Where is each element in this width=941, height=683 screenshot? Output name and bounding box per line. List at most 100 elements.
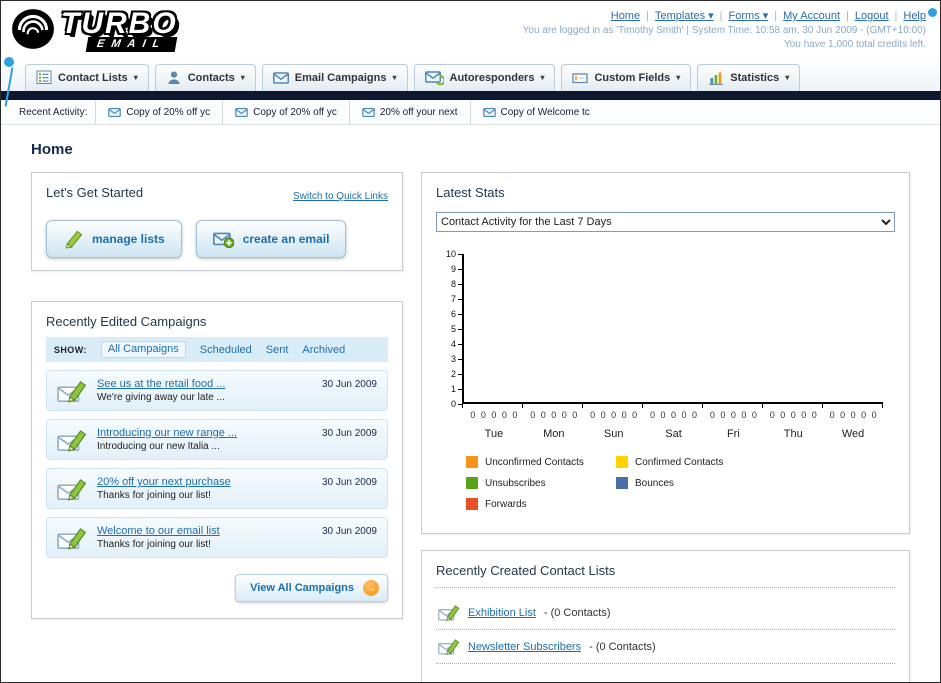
chevron-down-icon: ▾ (240, 73, 245, 82)
campaign-link[interactable]: See us at the retail food ... (97, 378, 225, 390)
campaign-item[interactable]: See us at the retail food ... We're givi… (46, 370, 388, 411)
manage-lists-button[interactable]: manage lists (46, 220, 182, 258)
autoresponders-icon (425, 70, 444, 85)
view-all-campaigns-button[interactable]: View All Campaigns → (235, 574, 388, 602)
envelope-icon (108, 107, 122, 117)
envelope-pencil-icon (57, 478, 87, 501)
nav-tab-statistics[interactable]: Statistics ▾ (697, 64, 801, 91)
plot-area (462, 254, 883, 404)
x-axis-label: Tue (484, 428, 504, 440)
nav-link-logout[interactable]: Logout (840, 10, 889, 22)
contact-list-item[interactable]: Newsletter Subscribers - (0 Contacts) (436, 630, 895, 664)
envelope-icon (482, 107, 496, 117)
legend-swatch (466, 498, 478, 510)
legend-item: Bounces (616, 477, 766, 489)
contact-list-count: - (0 Contacts) (543, 606, 611, 619)
logo-swirl-icon (11, 7, 55, 51)
campaign-subtitle: Introducing our new Italia ... (97, 441, 220, 452)
nav-link-help[interactable]: Help (889, 10, 926, 22)
recent-activity-item[interactable]: Copy of 20% off yc (95, 100, 222, 124)
nav-tab-custom-fields[interactable]: Custom Fields ▾ (561, 64, 692, 91)
turbo-email-logo: TURBO EMAIL (11, 7, 178, 52)
zero-values-row: 0 0 0 0 0 0 0 0 0 0 0 0 0 0 0 0 0 0 0 0 0 0 … (464, 410, 883, 420)
campaigns-panel-title: Recently Edited Campaigns (46, 314, 207, 329)
chevron-down-icon: ▾ (392, 73, 397, 82)
create-email-button[interactable]: create an email (195, 220, 347, 258)
nav-link-templates[interactable]: Templates ▾ (640, 10, 714, 22)
day-labels-row: Tue Mon Sun Sat Fri Thu Wed (464, 422, 883, 440)
recent-activity-item[interactable]: Copy of 20% off yc (222, 100, 349, 124)
campaign-subtitle: We're giving away our late ... (97, 392, 225, 403)
campaign-link[interactable]: Welcome to our email list (97, 525, 220, 537)
campaign-link[interactable]: 20% off your next purchase (97, 476, 231, 488)
recent-activity-label: Recent Activity: (19, 106, 88, 118)
x-tick-mark (762, 404, 763, 408)
campaign-date: 30 Jun 2009 (321, 428, 377, 439)
legend-label: Bounces (635, 477, 674, 489)
nav-link-forms[interactable]: Forms ▾ (714, 10, 769, 22)
chevron-down-icon: ▾ (785, 73, 790, 82)
x-axis-label: Thu (783, 428, 803, 440)
campaign-filter-bar: SHOW: All Campaigns Scheduled Sent Archi… (46, 337, 388, 362)
y-tick-label: 3 (451, 354, 462, 364)
stats-range-select[interactable]: Contact Activity for the Last 7 Days (436, 212, 895, 232)
main-content: Home Let's Get Started Switch to Quick L… (1, 125, 940, 682)
switch-quick-links-link[interactable]: Switch to Quick Links (293, 191, 388, 202)
x-tick-mark (642, 404, 643, 408)
login-info: You are logged in as 'Timothy Smith' | S… (522, 25, 926, 36)
nav-tab-contacts[interactable]: Contacts ▾ (154, 64, 256, 91)
x-axis-label: Wed (841, 428, 865, 440)
contact-list-item[interactable]: Exhibition List - (0 Contacts) (436, 596, 895, 630)
x-axis-label: Mon (543, 428, 565, 440)
nav-divider-bar (1, 91, 940, 100)
nav-tab-email-campaigns[interactable]: Email Campaigns ▾ (261, 64, 408, 91)
nav-link-home[interactable]: Home (611, 10, 640, 22)
legend-swatch (466, 477, 478, 489)
account-area: HomeTemplates ▾Forms ▾My AccountLogoutHe… (523, 7, 926, 52)
tab-all-campaigns[interactable]: All Campaigns (100, 341, 186, 358)
contacts-icon (168, 71, 180, 84)
campaign-item[interactable]: 20% off your next purchase Thanks for jo… (46, 468, 388, 509)
envelope-pencil-icon (438, 639, 460, 655)
x-tick-row (462, 404, 883, 408)
y-axis-labels: 10 9 8 7 6 5 4 3 2 1 0 (436, 249, 462, 409)
envelope-icon (235, 107, 248, 117)
campaign-item[interactable]: Welcome to our email list Thanks for joi… (46, 517, 388, 558)
legend-swatch (616, 456, 628, 468)
tab-archived[interactable]: Archived (302, 344, 345, 356)
custom-fields-icon (572, 72, 589, 83)
recent-activity-item[interactable]: 20% off your next (348, 100, 470, 124)
x-tick-mark (522, 404, 523, 408)
contact-list-link[interactable]: Exhibition List (468, 607, 536, 619)
x-tick-mark (702, 404, 703, 408)
recent-activity-item[interactable]: Copy of Welcome tc (469, 100, 602, 124)
nav-tab-autoresponders[interactable]: Autoresponders ▾ (413, 64, 556, 91)
legend-item: Unsubscribes (466, 477, 616, 489)
campaign-item[interactable]: Introducing our new range ... Introducin… (46, 419, 388, 460)
tab-sent[interactable]: Sent (266, 344, 289, 356)
nav-link-my-account[interactable]: My Account (768, 10, 840, 22)
legend-label: Unsubscribes (485, 477, 546, 489)
nav-tab-contact-lists[interactable]: Contact Lists ▾ (25, 64, 149, 91)
get-started-title: Let's Get Started (46, 185, 144, 200)
bar-value-labels: 0 0 0 0 0 (709, 410, 757, 420)
contact-list-link[interactable]: Newsletter Subscribers (468, 641, 581, 653)
email-campaigns-icon (272, 71, 289, 84)
campaign-subtitle: Thanks for joining our list! (97, 539, 211, 550)
get-started-panel: Let's Get Started Switch to Quick Links … (31, 172, 403, 271)
campaign-subtitle: Thanks for joining our list! (97, 490, 211, 501)
campaign-link[interactable]: Introducing our new range ... (97, 427, 237, 439)
envelope-pencil-icon (57, 380, 87, 403)
utility-nav: HomeTemplates ▾Forms ▾My AccountLogoutHe… (523, 9, 926, 22)
legend-item: Forwards (466, 498, 616, 510)
y-tick-label: 1 (451, 384, 462, 394)
nav-tab-label: Statistics (730, 71, 780, 84)
campaign-date: 30 Jun 2009 (321, 477, 377, 488)
contact-lists-panel-title: Recently Created Contact Lists (436, 563, 895, 588)
y-tick-label: 5 (451, 324, 462, 334)
y-tick-label: 8 (451, 279, 462, 289)
page-title: Home (31, 141, 73, 158)
tab-scheduled[interactable]: Scheduled (200, 344, 252, 356)
top-header: TURBO EMAIL HomeTemplates ▾Forms ▾My Acc… (1, 1, 940, 54)
statistics-icon (708, 71, 724, 85)
